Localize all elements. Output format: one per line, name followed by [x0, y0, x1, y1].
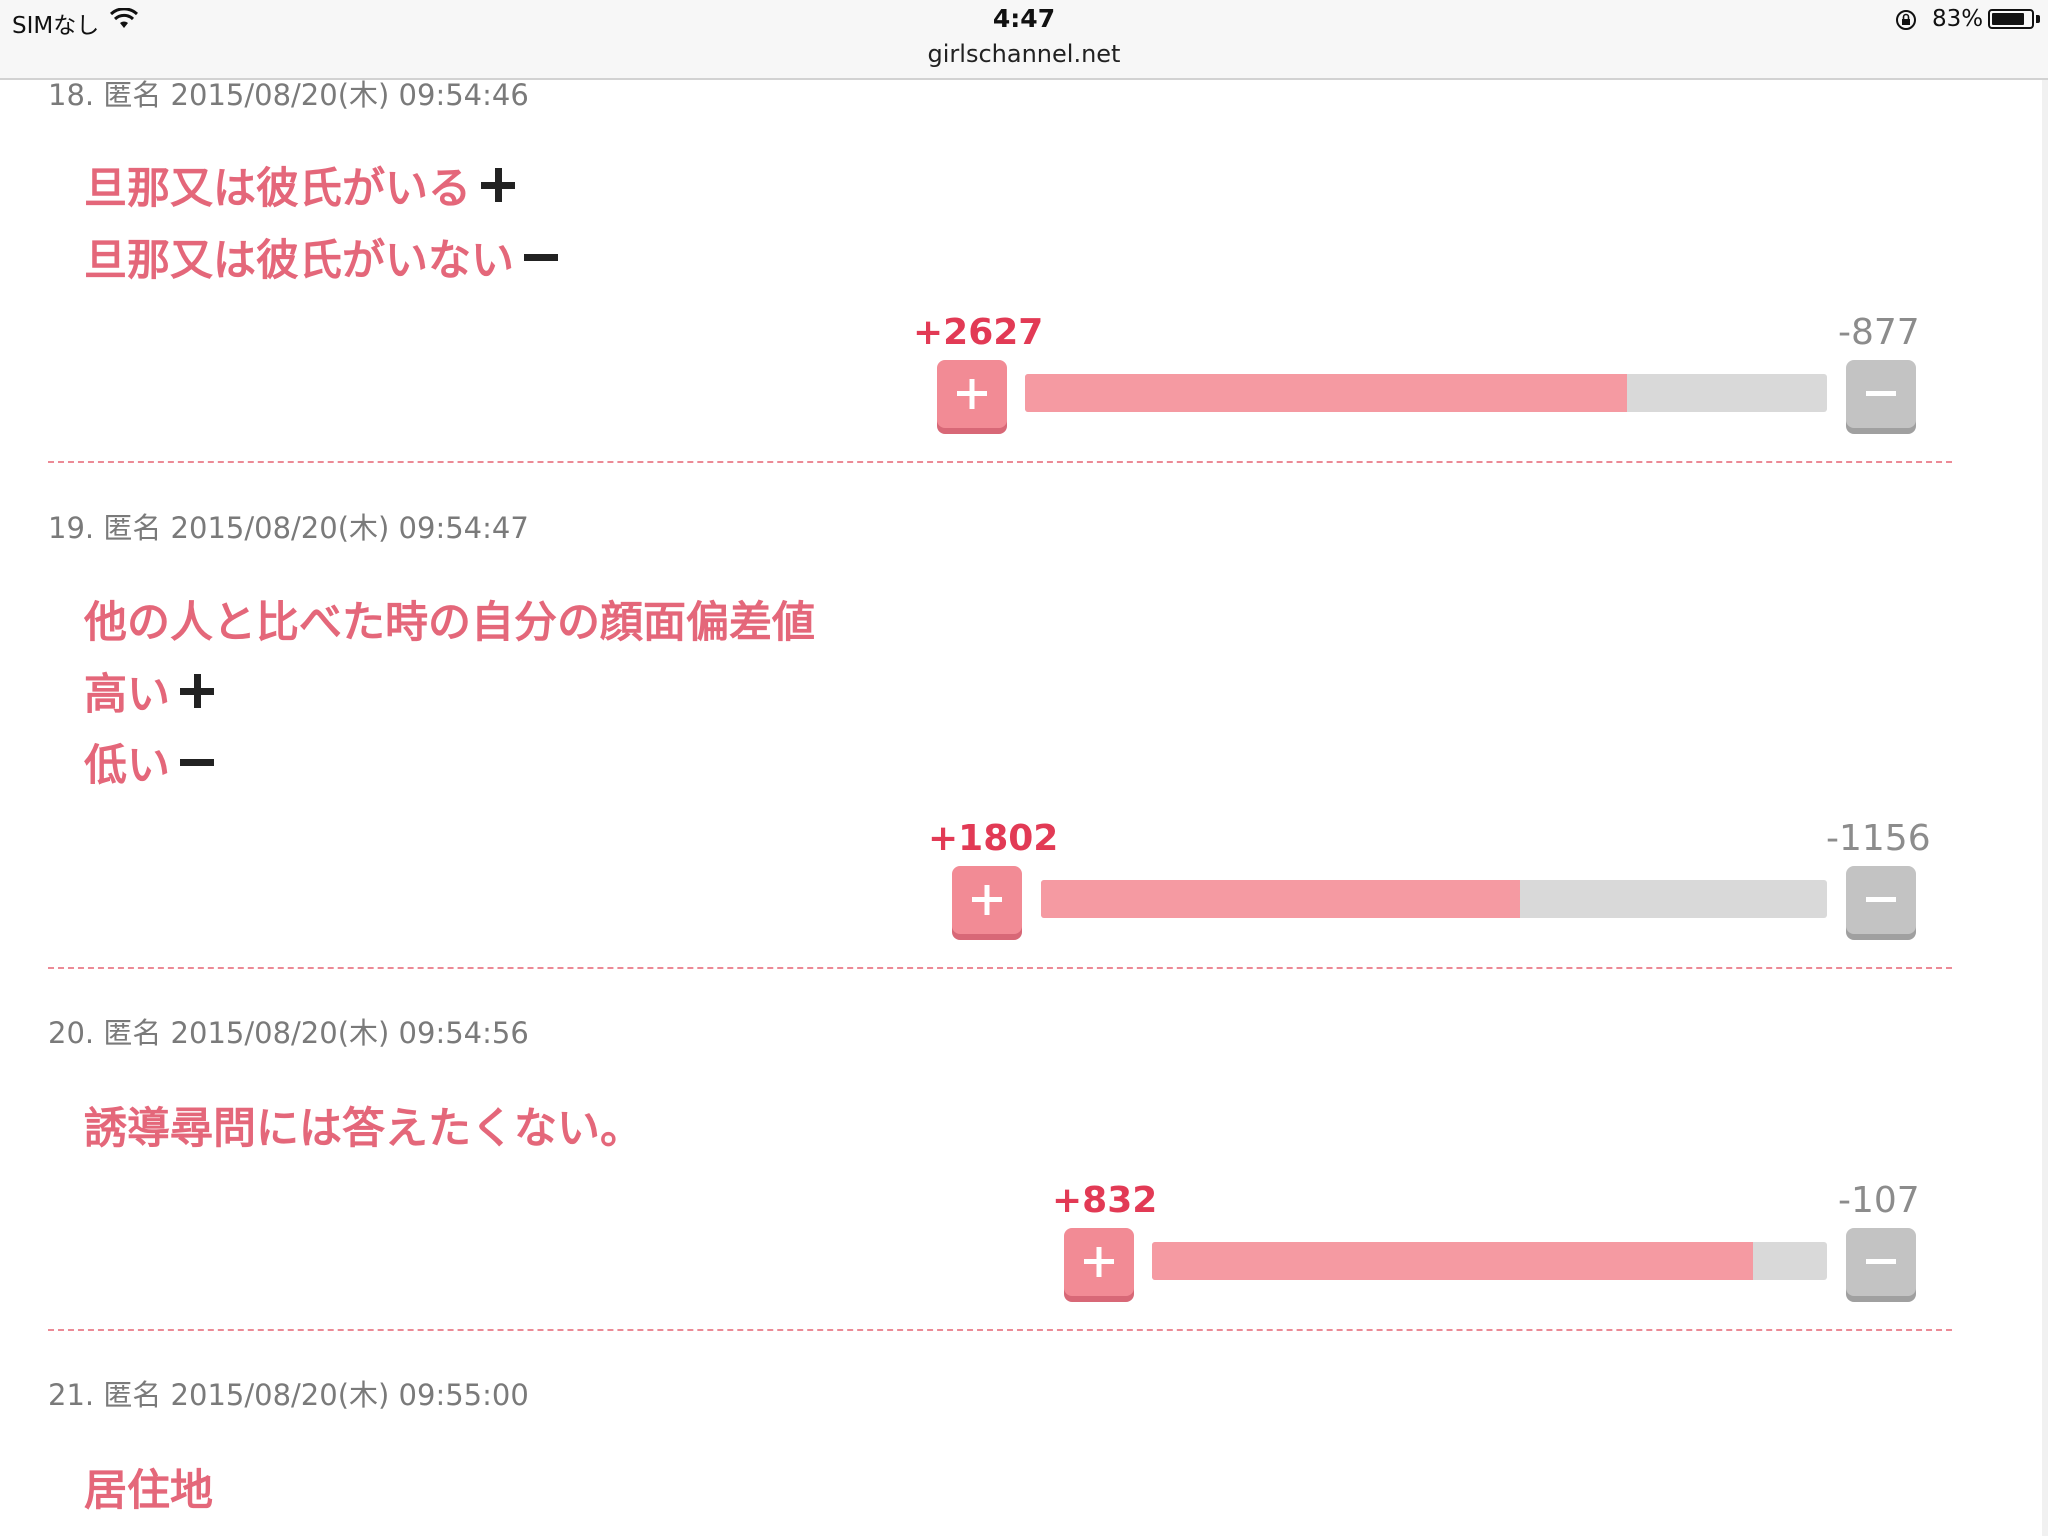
- minus-symbol-icon: [524, 240, 558, 274]
- plus-count: +832: [1052, 1180, 1158, 1221]
- clock: 4:47: [992, 4, 1056, 33]
- comment-line: 居住地: [84, 1456, 213, 1518]
- comment-text: 居住地: [84, 1466, 213, 1516]
- comment-text: 他の人と比べた時の自分の顔面偏差値: [84, 598, 815, 648]
- vote-minus-button[interactable]: [1846, 1228, 1916, 1296]
- vote-plus-button[interactable]: [952, 866, 1022, 934]
- vote-ratio-bar: [1041, 880, 1827, 918]
- comment-line: 旦那又は彼氏がいない: [84, 226, 558, 288]
- minus-symbol-icon: [180, 745, 214, 779]
- plus-symbol-icon: [481, 168, 515, 202]
- comment-line: 旦那又は彼氏がいる: [84, 154, 515, 216]
- vote-ratio-bar: [1152, 1242, 1827, 1280]
- plus-count: +1802: [928, 818, 1059, 859]
- comment-line: 高い: [84, 660, 214, 722]
- comment-meta: 21. 匿名 2015/08/20(木) 09:55:00: [48, 1378, 529, 1412]
- vote-row: +2627 -877: [0, 312, 2048, 428]
- vote-minus-button[interactable]: [1846, 866, 1916, 934]
- plus-icon: [1084, 1247, 1114, 1277]
- battery-percentage: 83%: [1932, 6, 1984, 32]
- page-scroll-edge: [2042, 80, 2048, 1536]
- minus-count: -107: [1838, 1180, 1920, 1221]
- comment-divider: [48, 461, 1952, 463]
- comment-divider: [48, 967, 1952, 969]
- battery-icon: [1988, 9, 2034, 29]
- address-bar-url[interactable]: girlschannel.net: [0, 40, 2048, 68]
- plus-icon: [972, 885, 1002, 915]
- comment-meta: 20. 匿名 2015/08/20(木) 09:54:56: [48, 1016, 529, 1050]
- minus-count: -877: [1838, 312, 1920, 353]
- comment-divider: [48, 1329, 1952, 1331]
- vote-ratio-fill: [1041, 880, 1521, 918]
- plus-count: +2627: [913, 312, 1044, 353]
- minus-icon: [1866, 391, 1896, 396]
- comment-text: 高い: [84, 670, 170, 720]
- comment-meta: 18. 匿名 2015/08/20(木) 09:54:46: [48, 78, 529, 112]
- comment-line: 他の人と比べた時の自分の顔面偏差値: [84, 588, 815, 650]
- battery-nub: [2036, 15, 2040, 23]
- comment-meta: 19. 匿名 2015/08/20(木) 09:54:47: [48, 511, 529, 545]
- plus-symbol-icon: [180, 674, 214, 708]
- comment-text: 誘導尋問には答えたくない。: [84, 1104, 643, 1154]
- minus-icon: [1866, 1259, 1896, 1264]
- minus-count: -1156: [1826, 818, 1931, 859]
- battery-level: [1992, 13, 2024, 25]
- comment-text: 低い: [84, 741, 170, 791]
- vote-ratio-fill: [1152, 1242, 1753, 1280]
- vote-plus-button[interactable]: [1064, 1228, 1134, 1296]
- status-bar: SIMなし 4:47 girlschannel.net 83%: [0, 0, 2048, 80]
- vote-ratio-fill: [1025, 374, 1627, 412]
- plus-icon: [957, 379, 987, 409]
- vote-plus-button[interactable]: [937, 360, 1007, 428]
- minus-icon: [1866, 897, 1896, 902]
- comment-line: 低い: [84, 731, 214, 793]
- vote-ratio-bar: [1025, 374, 1827, 412]
- vote-minus-button[interactable]: [1846, 360, 1916, 428]
- comment-text: 旦那又は彼氏がいない: [84, 236, 514, 286]
- rotation-lock-icon: [1896, 10, 1916, 30]
- vote-row: +1802 -1156: [0, 818, 2048, 934]
- vote-row: +832 -107: [0, 1180, 2048, 1296]
- comment-text: 旦那又は彼氏がいる: [84, 164, 471, 214]
- comment-line: 誘導尋問には答えたくない。: [84, 1094, 643, 1156]
